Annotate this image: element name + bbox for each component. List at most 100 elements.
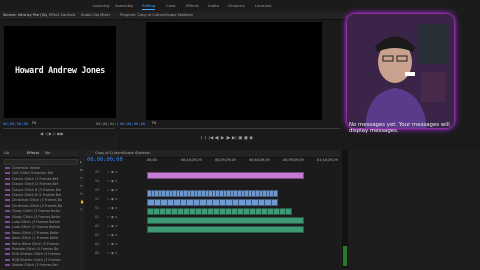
source-transport-controls[interactable]: ◀ ◁ ▶ ▷ ▶▶ xyxy=(40,131,64,136)
effect-bin-item[interactable]: Classic Glitch (2 Frames Bef xyxy=(5,182,58,186)
tab-markers[interactable]: Ma xyxy=(45,151,50,156)
tab-effects-panel[interactable]: Effects xyxy=(27,151,39,156)
webcam-image xyxy=(347,14,454,128)
track-toggle-icons[interactable]: ▭ ◉ ⊙ xyxy=(107,206,118,211)
tab-color[interactable]: Color xyxy=(166,3,176,8)
effect-bin-item[interactable]: Cinematic Vector xyxy=(5,166,40,170)
program-timecode[interactable]: 00;00;00;00 xyxy=(120,121,145,126)
timeline-header: Copy of CultureScape Skeleton xyxy=(85,150,340,158)
track-header[interactable]: A4 ▭ ◉ ⊙ xyxy=(85,242,145,248)
track-header[interactable]: V4 ▭ ◉ ⊙ xyxy=(85,179,145,185)
effect-bin-label: Chill Glitch Transition Wa xyxy=(12,171,53,176)
tab-editing[interactable]: Editing xyxy=(142,3,156,10)
tab-assembly[interactable]: Assembly xyxy=(115,3,133,8)
track-toggle-icons[interactable]: ▭ ◉ ⊙ xyxy=(107,233,118,238)
track-header[interactable]: A2 ▭ ◉ ⊙ xyxy=(85,224,145,230)
track-header[interactable]: A3 ▭ ◉ ⊙ xyxy=(85,233,145,239)
effect-bin-item[interactable]: Pixelate Glitch (3 Frames Be xyxy=(5,247,58,251)
effect-bin-item[interactable]: Glowy Glitch (3 Frames Befor xyxy=(5,209,60,213)
effect-bin-item[interactable]: Classic Glitch B (2 Frames Bel xyxy=(5,193,61,197)
effect-bin-label: Shaker Glitch (3 Frames Bel xyxy=(12,263,58,268)
effect-bin-label: Cinematic Vector xyxy=(12,166,41,170)
video-clip[interactable] xyxy=(273,190,278,197)
folder-icon xyxy=(5,172,10,175)
source-fit-select[interactable]: Fit xyxy=(32,121,36,126)
source-tab[interactable]: Source: Intro by Fire (Glyph) xyxy=(3,13,47,18)
track-header[interactable]: V2 ▭ ◉ ⊙ xyxy=(85,197,145,203)
effect-bin-item[interactable]: Neon Glitch (3 Frames Befor xyxy=(5,231,59,235)
timeline-clip-area[interactable]: CULTURESCAPE.png xyxy=(147,168,337,268)
source-video-frame[interactable]: Howard Andrew Jones xyxy=(4,26,116,118)
effects-search-input[interactable] xyxy=(4,159,78,165)
tab-libraries[interactable]: Libraries xyxy=(255,3,271,8)
track-toggle-icons[interactable]: ▭ ◉ ⊙ xyxy=(107,224,118,229)
audio-meter xyxy=(342,150,348,268)
track-header[interactable]: V3 ▭ ◉ ⊙ xyxy=(85,188,145,194)
effect-bin-item[interactable]: RGB Shatter Glitch (3 Frames xyxy=(5,258,60,262)
tab-audio[interactable]: Audio xyxy=(208,3,219,8)
folder-icon xyxy=(5,253,10,256)
track-toggle-icons[interactable]: ▭ ◉ ⊙ xyxy=(107,170,118,175)
tab-learning[interactable]: Learning xyxy=(93,3,109,8)
audio-clip-mixer-tab[interactable]: Audio Clip Mixer xyxy=(81,13,111,18)
track-toggle-icons[interactable]: ▭ ◉ ⊙ xyxy=(107,197,118,202)
video-clip[interactable] xyxy=(270,199,278,206)
track-toggle-icons[interactable]: ▭ ◉ ⊙ xyxy=(107,251,118,256)
tab-effects[interactable]: Effects xyxy=(186,3,199,8)
effect-bin-item[interactable]: RGB Shatter Glitch (3 Frames xyxy=(5,252,60,256)
sequence-tab[interactable]: Copy of CultureScape Skeleton xyxy=(95,151,151,156)
effect-bin-item[interactable]: Classic Glitch B (3 Frames Bel xyxy=(5,188,61,192)
effect-bin-label: RGB Shatter Glitch (3 Frames xyxy=(12,252,61,257)
source-scrub-bar[interactable] xyxy=(3,128,115,129)
effect-bin-item[interactable]: Christmas Glitch (3 Frames Be xyxy=(5,198,62,202)
effect-bin-item[interactable]: Glowy Glitch (2 Frames Befor xyxy=(5,215,60,219)
track-header[interactable]: V1 ▭ ◉ ⊙ xyxy=(85,206,145,212)
audio-clip[interactable] xyxy=(285,208,292,215)
folder-icon xyxy=(5,242,10,245)
transport-buttons[interactable]: { } |◀ ◀| ▶ |▶ ▶| ▣ ▣ ◉ xyxy=(200,136,253,141)
effect-bin-item[interactable]: Ludo Glitch (2 Frames Before xyxy=(5,225,60,229)
folder-icon xyxy=(5,204,10,207)
program-fit-select[interactable]: Fit xyxy=(152,121,156,126)
timeline-timecode[interactable]: 00;00;00;00 xyxy=(87,157,123,163)
program-transport-controls[interactable]: { } |◀ ◀| ▶ |▶ ▶| ▣ ▣ ◉ xyxy=(200,136,280,142)
effect-bin-item[interactable]: Ludo Glitch (3 Frames Before xyxy=(5,220,60,224)
track-label: V5 xyxy=(95,170,100,174)
effect-bin-label: RGB Shatter Glitch (3 Frames xyxy=(12,257,61,262)
audio-clip[interactable] xyxy=(147,226,304,233)
folder-icon xyxy=(5,237,10,240)
effect-bin-label: Ludo Glitch (3 Frames Before xyxy=(12,220,60,224)
folder-icon xyxy=(5,177,10,180)
effect-controls-tab[interactable]: Effect Controls xyxy=(49,13,75,18)
program-scrub-bar[interactable] xyxy=(120,128,340,129)
track-label: A4 xyxy=(95,242,100,246)
effect-bin-item[interactable]: Retro Wave Glitch (3 Frames xyxy=(5,242,59,246)
track-label: V2 xyxy=(95,197,100,201)
track-toggle-icons[interactable]: ▭ ◉ ⊙ xyxy=(107,242,118,247)
track-toggle-icons[interactable]: ▭ ◉ ⊙ xyxy=(107,179,118,184)
tool-icons[interactable]: ▸ ⇆ ✂ ↔ ✎ ✋ T xyxy=(80,158,84,214)
source-timecode[interactable]: 00;00;00;00 xyxy=(3,121,28,126)
track-header[interactable]: A1 ▭ ◉ ⊙ xyxy=(85,215,145,221)
effect-bin-item[interactable]: Classic Glitch (3 Frames Bef xyxy=(5,177,58,181)
effect-bin-item[interactable]: Shaker Glitch (3 Frames Bel xyxy=(5,263,58,267)
folder-icon xyxy=(5,194,10,196)
ruler-tick-label: 00;59;29;29 xyxy=(283,158,304,162)
effect-bin-item[interactable]: Christmas Glitch (3 Frames Be xyxy=(5,204,62,208)
track-header[interactable]: V5 ▭ ◉ ⊙ xyxy=(85,170,145,176)
track-toggle-icons[interactable]: ▭ ◉ ⊙ xyxy=(107,215,118,220)
title-clip[interactable]: CULTURESCAPE.png xyxy=(147,172,304,189)
timeline-ruler[interactable]: 00;00 00;14;29;29 00;29;29;29 00;44;29;29 00… xyxy=(147,158,338,164)
program-video-frame[interactable] xyxy=(146,22,322,120)
tab-graphics[interactable]: Graphics xyxy=(228,3,245,8)
effect-bin-item[interactable]: Neon Glitch (2 Frames Befor xyxy=(5,236,59,240)
tab-lib[interactable]: Lib xyxy=(4,151,9,156)
program-monitor-header: Program: Copy of CultureScape Skeleton xyxy=(118,12,348,20)
folder-icon xyxy=(5,210,10,213)
audio-clip[interactable] xyxy=(147,217,304,224)
track-header[interactable]: A5 ▭ ◉ ⊙ xyxy=(85,251,145,257)
chat-overlay-text: No messages yet. Your messages will disp… xyxy=(349,122,450,134)
effect-bin-item[interactable]: Chill Glitch Transition Wa xyxy=(5,171,53,175)
program-title[interactable]: Program: Copy of CultureScape Skeleton xyxy=(120,13,230,18)
track-toggle-icons[interactable]: ▭ ◉ ⊙ xyxy=(107,188,118,193)
